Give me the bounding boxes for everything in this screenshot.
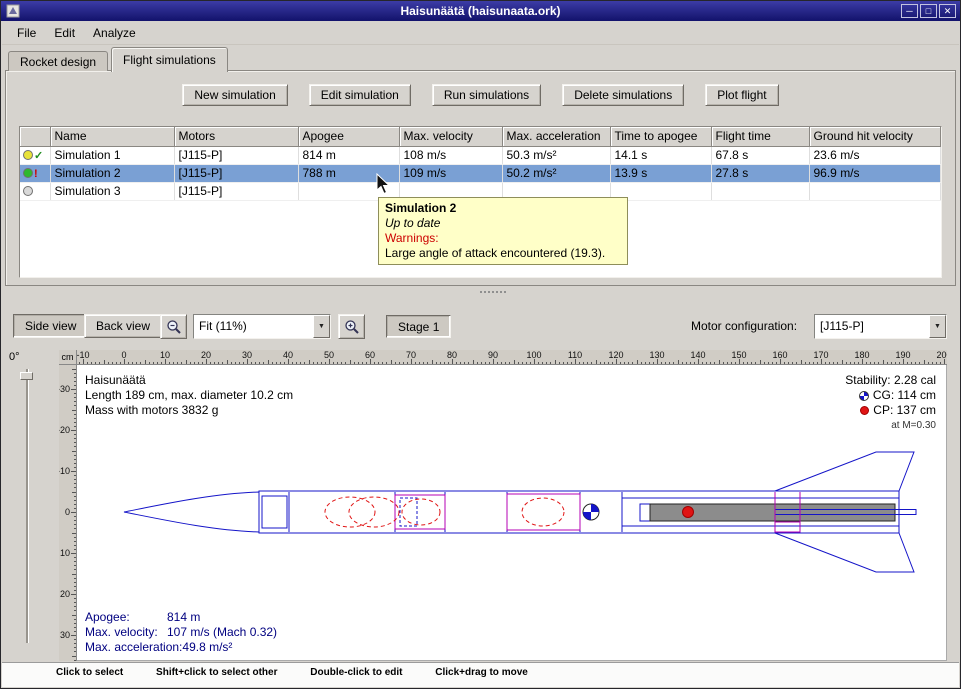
- simulation-tooltip: Simulation 2 Up to date Warnings: Large …: [378, 197, 628, 265]
- rotation-slider-track[interactable]: [26, 369, 28, 643]
- motor-configuration-label: Motor configuration:: [691, 319, 797, 333]
- column-header-flight-time[interactable]: Flight time: [711, 127, 809, 146]
- hint-click-drag: Click+drag to move: [435, 667, 528, 678]
- stage-1-toggle[interactable]: Stage 1: [386, 315, 451, 338]
- max-velocity-value: 107 m/s (Mach 0.32): [167, 625, 277, 639]
- apogee-label: Apogee:: [85, 610, 167, 625]
- delete-simulations-button[interactable]: Delete simulations: [562, 84, 684, 106]
- close-button-icon[interactable]: ✕: [939, 4, 956, 18]
- simulation-table: Name Motors Apogee Max. velocity Max. ac…: [20, 127, 941, 201]
- apogee-value: 814 m: [167, 610, 200, 624]
- tooltip-warnings-label: Warnings:: [385, 231, 621, 246]
- motor-configuration-value: [J115-P]: [815, 315, 929, 338]
- column-header-motors[interactable]: Motors: [174, 127, 298, 146]
- zoom-in-button[interactable]: [338, 314, 365, 339]
- ruler-unit-label: cm: [59, 350, 77, 365]
- zoom-out-icon: [166, 319, 182, 335]
- status-not-simulated-icon: [23, 186, 33, 196]
- horizontal-ruler: -100102030405060708090100110120130140150…: [77, 350, 947, 365]
- plot-flight-button[interactable]: Plot flight: [705, 84, 778, 106]
- title-bar[interactable]: Haisunäätä (haisunaata.ork) ─ □ ✕: [1, 1, 960, 21]
- minimize-button-icon[interactable]: ─: [901, 4, 918, 18]
- zoom-select[interactable]: Fit (11%) ▼: [193, 314, 331, 339]
- menu-analyze[interactable]: Analyze: [84, 23, 145, 43]
- rocket-canvas[interactable]: Haisunäätä Length 189 cm, max. diameter …: [77, 365, 947, 661]
- zoom-out-button[interactable]: [160, 314, 187, 339]
- table-row-selected[interactable]: ! Simulation 2 [J115-P] 788 m 109 m/s 50…: [20, 164, 941, 182]
- tooltip-warning-text: Large angle of attack encountered (19.3)…: [385, 246, 621, 261]
- tooltip-status: Up to date: [385, 216, 621, 231]
- status-check-icon: ✓: [34, 150, 43, 162]
- hint-click-to-select: Click to select: [56, 667, 123, 678]
- chevron-down-icon[interactable]: ▼: [929, 315, 946, 338]
- column-header-max-acceleration[interactable]: Max. acceleration: [502, 127, 610, 146]
- hint-double-click: Double-click to edit: [310, 667, 402, 678]
- splitter-grip-icon: [480, 291, 482, 293]
- zoom-select-value: Fit (11%): [194, 315, 313, 338]
- motor-configuration-select[interactable]: [J115-P] ▼: [814, 314, 947, 339]
- tooltip-title: Simulation 2: [385, 201, 621, 216]
- rocket-dimensions: Length 189 cm, max. diameter 10.2 cm: [85, 388, 293, 403]
- application-window: Haisunäätä (haisunaata.ork) ─ □ ✕ File E…: [0, 0, 961, 689]
- fin-bottom[interactable]: [775, 533, 914, 572]
- column-header-time-to-apogee[interactable]: Time to apogee: [610, 127, 711, 146]
- rocket-name: Haisunäätä: [85, 373, 293, 388]
- mouse-cursor: [376, 173, 394, 197]
- chevron-down-icon[interactable]: ▼: [313, 315, 330, 338]
- run-simulations-button[interactable]: Run simulations: [432, 84, 541, 106]
- side-view-button[interactable]: Side view: [13, 314, 88, 338]
- rocket-info: Haisunäätä Length 189 cm, max. diameter …: [85, 373, 293, 418]
- nose-cone[interactable]: [124, 492, 259, 532]
- column-header-status[interactable]: [20, 127, 50, 146]
- column-header-name[interactable]: Name: [50, 127, 174, 146]
- stability-value: Stability: 2.28 cal: [845, 373, 936, 388]
- rocket-mass: Mass with motors 3832 g: [85, 403, 293, 418]
- max-acceleration-label: Max. acceleration:: [85, 640, 182, 655]
- flight-info: Apogee:814 m Max. velocity:107 m/s (Mach…: [85, 610, 277, 655]
- hint-shift-click: Shift+click to select other: [156, 667, 277, 678]
- cp-value: CP: 137 cm: [873, 403, 936, 418]
- rotation-slider-handle[interactable]: [20, 372, 33, 380]
- table-row[interactable]: ✓ Simulation 1 [J115-P] 814 m 108 m/s 50…: [20, 146, 941, 164]
- main-tab-bar: Rocket design Flight simulations: [1, 45, 960, 71]
- fin-top[interactable]: [775, 452, 914, 491]
- back-view-button[interactable]: Back view: [84, 314, 162, 338]
- zoom-in-icon: [344, 319, 360, 335]
- column-header-max-velocity[interactable]: Max. velocity: [399, 127, 502, 146]
- max-acceleration-value: 49.8 m/s²: [182, 640, 232, 654]
- menu-file[interactable]: File: [8, 23, 45, 43]
- status-warning-icon: [23, 168, 33, 178]
- simulation-toolbar: New simulation Edit simulation Run simul…: [6, 84, 955, 106]
- maximize-button-icon[interactable]: □: [920, 4, 937, 18]
- column-header-apogee[interactable]: Apogee: [298, 127, 399, 146]
- status-uptodate-icon: [23, 150, 33, 160]
- horizontal-splitter[interactable]: [1, 286, 960, 297]
- rotation-value: 0°: [9, 351, 20, 363]
- max-velocity-label: Max. velocity:: [85, 625, 167, 640]
- edit-simulation-button[interactable]: Edit simulation: [309, 84, 411, 106]
- menu-edit[interactable]: Edit: [45, 23, 84, 43]
- window-title: Haisunäätä (haisunaata.ork): [1, 4, 960, 18]
- cg-value: CG: 114 cm: [873, 388, 936, 403]
- column-header-ground-hit-velocity[interactable]: Ground hit velocity: [809, 127, 941, 146]
- cp-symbol: [683, 507, 694, 518]
- new-simulation-button[interactable]: New simulation: [182, 84, 287, 106]
- status-bar: Click to select Shift+click to select ot…: [2, 662, 959, 687]
- cg-legend-icon: [859, 391, 869, 401]
- cg-symbol: [583, 504, 599, 520]
- tab-flight-simulations[interactable]: Flight simulations: [111, 47, 228, 72]
- cp-legend-icon: [860, 406, 869, 415]
- stability-info: Stability: 2.28 cal CG: 114 cm CP: 137 c…: [845, 373, 936, 433]
- vertical-ruler: -30-20-100102030: [59, 365, 77, 661]
- menu-bar: File Edit Analyze: [2, 22, 959, 45]
- rocket-view-panel: Side view Back view Fit (11%) ▼ Stage 1 …: [2, 297, 959, 687]
- tab-rocket-design[interactable]: Rocket design: [8, 51, 108, 71]
- status-exclamation-icon: !: [34, 168, 38, 180]
- mach-condition: at M=0.30: [845, 418, 936, 433]
